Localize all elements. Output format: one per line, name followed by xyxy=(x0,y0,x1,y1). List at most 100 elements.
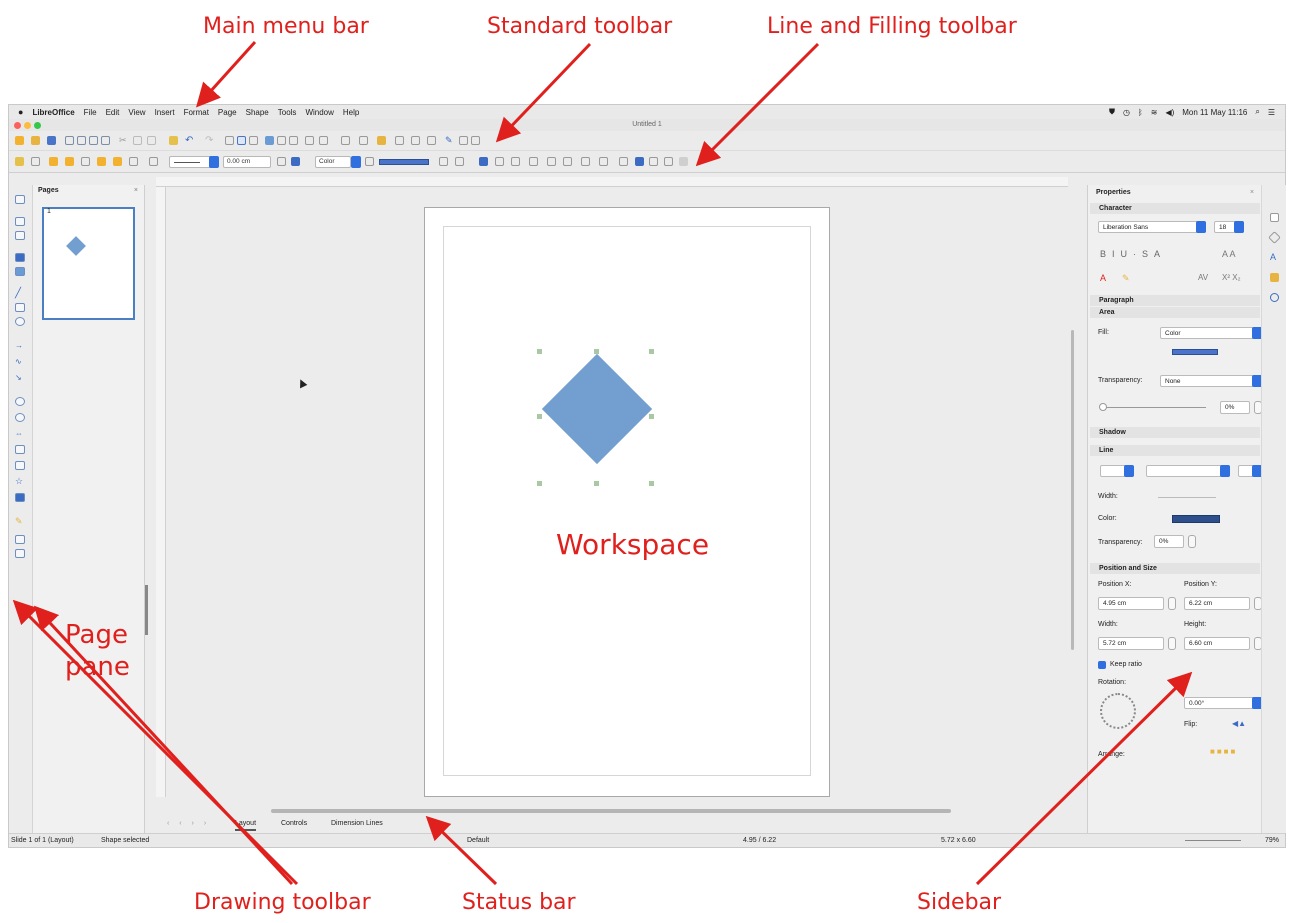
callouts-icon[interactable] xyxy=(15,461,25,470)
3d-objects-icon[interactable] xyxy=(15,493,25,502)
line-transparency-field[interactable]: 0% xyxy=(1154,535,1184,548)
filter-icon[interactable] xyxy=(427,136,436,145)
distribute-icon[interactable] xyxy=(529,157,538,166)
basic-shapes-icon[interactable] xyxy=(15,397,25,406)
line-color-tool-icon[interactable] xyxy=(15,253,25,262)
section-paragraph[interactable]: Paragraph xyxy=(1090,295,1260,306)
line-transparency-stepper[interactable] xyxy=(1188,535,1196,548)
font-name-dropdown[interactable]: Liberation Sans xyxy=(1098,221,1206,233)
close-icon[interactable]: × xyxy=(1250,189,1254,196)
menu-app[interactable]: LibreOffice xyxy=(32,108,74,117)
align-icon[interactable] xyxy=(547,157,556,166)
transparency-slider[interactable] xyxy=(1102,407,1206,408)
area-transparency-dropdown[interactable]: None xyxy=(1160,375,1262,387)
export-pdf-icon[interactable] xyxy=(77,136,86,145)
toggle-extrusion-icon[interactable] xyxy=(471,136,480,145)
pages-pane-resize-handle[interactable] xyxy=(145,585,148,635)
workspace[interactable]: Workspace xyxy=(166,187,1068,807)
area-transparency-percent[interactable]: 0% xyxy=(1220,401,1250,414)
text-tool-icon[interactable] xyxy=(15,231,25,240)
menu-window[interactable]: Window xyxy=(305,108,333,117)
clone-formatting-icon[interactable] xyxy=(169,136,178,145)
flowchart-icon[interactable] xyxy=(15,445,25,454)
tab-layout[interactable]: Layout xyxy=(235,817,257,831)
more-options-icon[interactable] xyxy=(679,157,688,166)
selection-handle[interactable] xyxy=(537,414,542,419)
new-document-icon[interactable] xyxy=(15,136,24,145)
transparency-slider-knob[interactable] xyxy=(1099,403,1107,411)
menu-shape[interactable]: Shape xyxy=(246,108,269,117)
tab-controls[interactable]: Controls xyxy=(281,817,307,831)
section-shadow[interactable]: Shadow xyxy=(1090,427,1260,438)
menu-clock[interactable]: Mon 11 May 11:16 xyxy=(1182,108,1247,117)
line-icon-2[interactable] xyxy=(129,157,138,166)
fill-type-dropdown-button[interactable] xyxy=(351,156,361,168)
line-width-selector[interactable] xyxy=(1158,497,1216,498)
selection-handle[interactable] xyxy=(649,481,654,486)
glue-points-icon[interactable] xyxy=(459,136,468,145)
grow-shrink-font-icon[interactable]: A A xyxy=(1222,249,1236,259)
redo-icon[interactable]: ↷ xyxy=(205,136,214,146)
undo-icon[interactable]: ↶ xyxy=(185,136,194,146)
rotate-icon[interactable] xyxy=(495,157,504,166)
width-field[interactable]: 5.72 cm xyxy=(1098,637,1164,650)
fill-color-swatch[interactable] xyxy=(1172,349,1218,355)
page-thumbnail[interactable]: 1 xyxy=(42,207,135,320)
status-zoom[interactable]: 79% xyxy=(1265,837,1279,844)
cut-icon[interactable]: ✂ xyxy=(119,136,128,145)
clock-history-icon[interactable]: ◷ xyxy=(1123,108,1130,117)
arrange-icon[interactable] xyxy=(377,136,386,145)
points-icon[interactable]: ✎ xyxy=(445,136,454,145)
ellipse-tool-icon[interactable] xyxy=(15,317,25,326)
rotation-dropdown[interactable]: 0.00° xyxy=(1184,697,1262,709)
section-area[interactable]: Area xyxy=(1090,307,1260,318)
points-edit-icon[interactable]: ✎ xyxy=(15,517,25,526)
close-window-icon[interactable] xyxy=(14,122,21,129)
position-x-field[interactable]: 4.95 cm xyxy=(1098,597,1164,610)
zoom-slider[interactable] xyxy=(1185,840,1241,841)
grid-icon[interactable] xyxy=(225,136,234,145)
line-icon[interactable] xyxy=(31,157,40,166)
connector-tool-icon[interactable]: ↘ xyxy=(15,373,25,382)
navigator-icon[interactable] xyxy=(1270,293,1279,302)
line-width-stepper[interactable] xyxy=(277,157,286,166)
font-color-icon[interactable]: A xyxy=(1100,273,1106,283)
width-stepper[interactable] xyxy=(1168,637,1176,650)
insert-special-character-icon[interactable] xyxy=(289,136,298,145)
properties-icon[interactable] xyxy=(1270,213,1279,222)
font-size-dropdown[interactable]: 18 xyxy=(1214,221,1244,233)
curve-tool-icon[interactable]: ∿ xyxy=(15,357,25,366)
line-style-icon[interactable] xyxy=(65,157,74,166)
insert-chart-icon[interactable] xyxy=(319,136,328,145)
chevron-down-icon[interactable] xyxy=(1234,221,1244,233)
horizontal-ruler[interactable] xyxy=(156,177,1068,187)
apple-icon[interactable]: ● xyxy=(18,107,23,117)
symbol-shapes-icon[interactable] xyxy=(15,413,25,422)
zoom-pan-icon[interactable] xyxy=(249,136,258,145)
menu-help[interactable]: Help xyxy=(343,108,359,117)
bluetooth-icon[interactable]: ᛒ xyxy=(1138,108,1143,117)
line-end-dropdown[interactable] xyxy=(1238,465,1262,477)
chevron-down-icon[interactable] xyxy=(1220,465,1230,477)
vertical-scrollbar[interactable] xyxy=(1071,330,1074,650)
height-field[interactable]: 6.60 cm xyxy=(1184,637,1250,650)
helplines-icon[interactable] xyxy=(237,136,246,145)
open-folder-icon[interactable] xyxy=(31,136,40,145)
transformations-icon[interactable] xyxy=(341,136,350,145)
area-icon[interactable] xyxy=(455,157,464,166)
shape-icon[interactable] xyxy=(149,157,158,166)
selection-handle[interactable] xyxy=(649,349,654,354)
save-icon[interactable] xyxy=(47,136,56,145)
shield-icon[interactable]: ⛊ xyxy=(1109,107,1115,117)
fill-dropdown[interactable]: Color xyxy=(1160,327,1262,339)
paste-icon[interactable] xyxy=(147,136,156,145)
zoom-tool-icon[interactable] xyxy=(15,217,25,226)
style-icon[interactable] xyxy=(15,157,24,166)
line-cap-icon[interactable] xyxy=(113,157,122,166)
insert-fontwork-icon[interactable] xyxy=(305,136,314,145)
fontwork-icon[interactable] xyxy=(15,535,25,544)
arrow-line-tool-icon[interactable]: → xyxy=(15,341,25,350)
fill-color-tool-icon[interactable] xyxy=(15,267,25,276)
shadow-icon[interactable] xyxy=(395,136,404,145)
highlight-color-icon[interactable]: ✎ xyxy=(1122,273,1130,284)
